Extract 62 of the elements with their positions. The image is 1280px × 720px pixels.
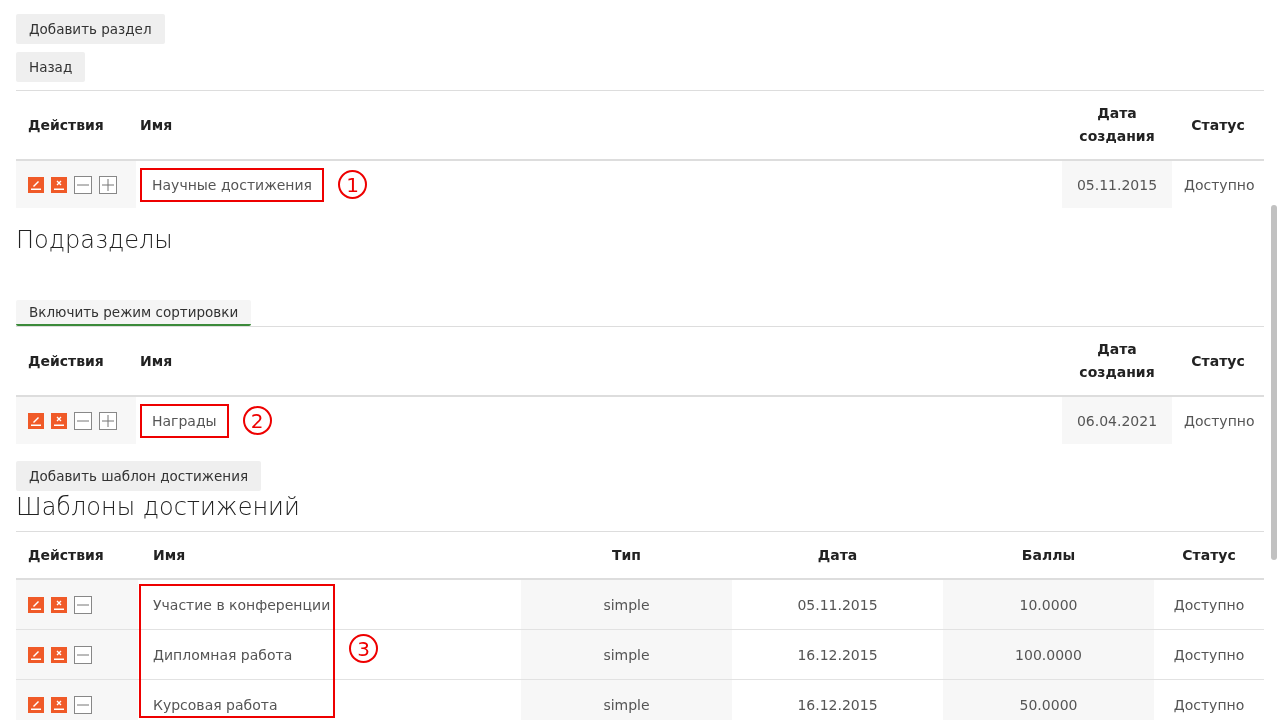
- edit-icon[interactable]: [28, 412, 44, 429]
- edit-icon[interactable]: [28, 176, 44, 193]
- table-cell: 16.12.2015: [797, 696, 878, 713]
- delete-icon[interactable]: [51, 412, 67, 429]
- column-header: Имя: [153, 547, 186, 563]
- scrollbar-thumb[interactable]: [1271, 205, 1277, 560]
- column-header: Имя: [140, 353, 173, 369]
- annotation-number: 2: [242, 406, 272, 435]
- table-cell: simple: [603, 646, 650, 663]
- table-cell: 05.11.2015: [797, 596, 878, 613]
- name-link[interactable]: Курсовая работа: [153, 696, 278, 713]
- minus-icon[interactable]: [74, 411, 92, 430]
- table-cell: 06.04.2021: [1076, 412, 1158, 429]
- minus-icon[interactable]: [74, 175, 92, 194]
- table-cell: 10.0000: [1019, 596, 1078, 613]
- edit-icon[interactable]: [28, 646, 44, 663]
- table-cell: 100.0000: [1015, 646, 1082, 663]
- column-header: Баллы: [1021, 547, 1076, 563]
- column-header: Тип: [611, 547, 641, 563]
- section-heading: Шаблоны достижений: [16, 493, 301, 521]
- table-cell: 50.0000: [1019, 696, 1078, 713]
- table-cell: Доступно: [1184, 176, 1255, 193]
- table-cell: 16.12.2015: [797, 646, 878, 663]
- action-button[interactable]: Добавить раздел: [16, 14, 165, 44]
- annotation-number: 1: [338, 170, 368, 199]
- table-cell: 05.11.2015: [1076, 176, 1158, 193]
- table-cell: simple: [603, 596, 650, 613]
- column-header: Дата создания: [1078, 340, 1156, 382]
- section-heading: Подразделы: [16, 226, 174, 254]
- table-cell: Доступно: [1173, 646, 1245, 663]
- column-header: Действия: [28, 117, 104, 133]
- action-button[interactable]: Назад: [16, 52, 86, 82]
- minus-icon[interactable]: [74, 645, 92, 664]
- edit-icon[interactable]: [28, 596, 44, 613]
- minus-icon[interactable]: [74, 595, 92, 614]
- table-cell: Доступно: [1173, 596, 1245, 613]
- minus-icon[interactable]: [74, 695, 92, 714]
- column-header: Статус: [1182, 547, 1236, 563]
- table-cell: Доступно: [1173, 696, 1245, 713]
- column-header: Статус: [1191, 117, 1245, 133]
- name-link[interactable]: Награды: [140, 403, 229, 438]
- name-link[interactable]: Участие в конференции: [153, 596, 331, 613]
- plus-icon[interactable]: [99, 175, 117, 194]
- table-cell: Доступно: [1184, 412, 1255, 429]
- column-header: Действия: [28, 547, 104, 563]
- name-link[interactable]: Научные достижения: [140, 167, 325, 202]
- column-header: Действия: [28, 353, 104, 369]
- delete-icon[interactable]: [51, 596, 67, 613]
- table-cell: simple: [603, 696, 650, 713]
- plus-icon[interactable]: [99, 411, 117, 430]
- column-header: Дата создания: [1078, 104, 1156, 146]
- column-header: Статус: [1191, 353, 1245, 369]
- edit-icon[interactable]: [28, 696, 44, 713]
- sort-mode-button[interactable]: Включить режим сортировки: [16, 300, 252, 326]
- name-link[interactable]: Дипломная работа: [153, 646, 293, 663]
- annotation-number: 3: [349, 634, 378, 663]
- delete-icon[interactable]: [51, 646, 67, 663]
- delete-icon[interactable]: [51, 176, 67, 193]
- delete-icon[interactable]: [51, 696, 67, 713]
- column-header: Дата: [817, 547, 858, 563]
- column-header: Имя: [140, 117, 173, 133]
- add-template-button[interactable]: Добавить шаблон достижения: [16, 461, 262, 491]
